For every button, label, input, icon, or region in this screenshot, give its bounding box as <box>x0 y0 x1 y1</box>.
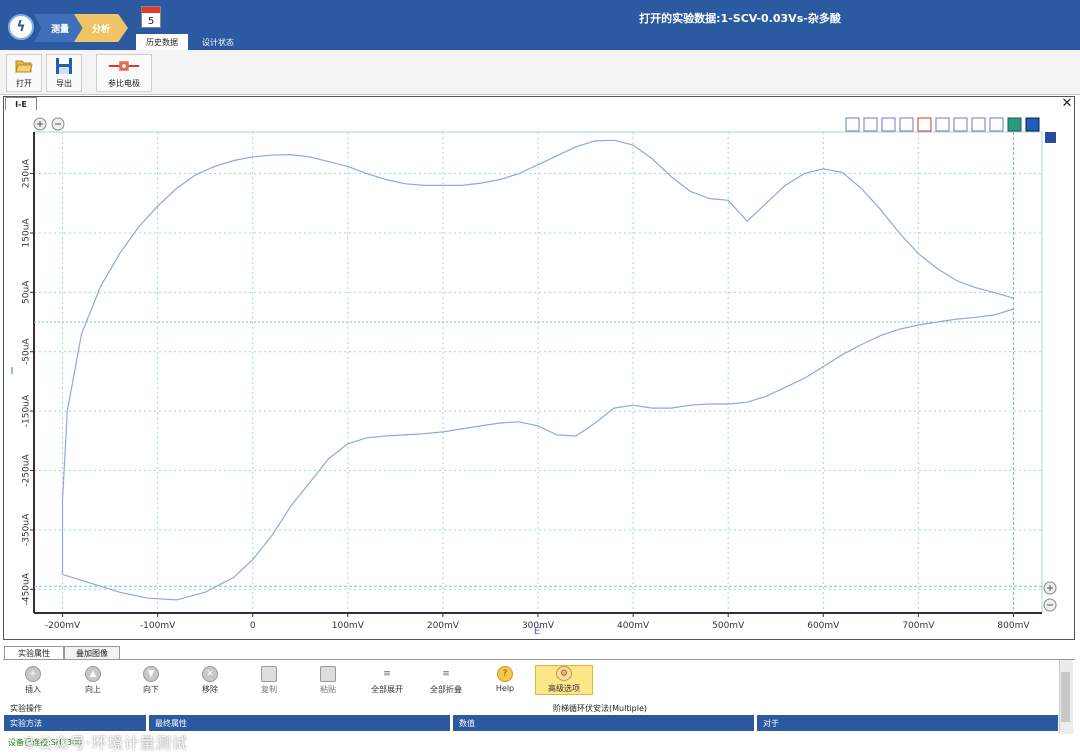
export-button[interactable]: 导出 <box>46 54 82 92</box>
remove-button[interactable]: ✕ 移除 <box>187 666 233 698</box>
app-logo-icon: ϟ <box>8 14 34 40</box>
advanced-gear-icon: ⚙ <box>556 666 572 681</box>
save-disk-icon <box>56 58 72 74</box>
y-tick-label: -350uA <box>22 513 32 546</box>
remove-icon: ✕ <box>202 666 218 682</box>
chart-background <box>4 110 1074 638</box>
move-down-button[interactable]: ▼ 向下 <box>128 666 174 698</box>
folder-open-icon <box>15 60 33 73</box>
export-label: 导出 <box>56 79 72 88</box>
close-icon[interactable]: ✕ <box>1060 96 1074 111</box>
watermark-text: ©公众号·环境计量测试 <box>22 734 188 752</box>
tab-experiment-properties[interactable]: 实验属性 <box>4 646 64 660</box>
move-down-label: 向下 <box>143 685 159 694</box>
i-e-chart[interactable]: -200mV -100mV 0 100mV 200mV 300mV 400mV 500mV 60… <box>4 110 1074 638</box>
zoom-in-icon[interactable] <box>33 117 47 131</box>
reference-electrode-button[interactable]: 参比电极 <box>96 54 152 92</box>
y-tick-label: -150uA <box>22 394 32 427</box>
tab-overlay-image[interactable]: 叠加图像 <box>64 646 120 660</box>
reference-electrode-label: 参比电极 <box>108 79 140 88</box>
collapse-all-icon: ≡ <box>442 669 450 679</box>
target-tool-icon[interactable] <box>845 117 860 132</box>
experiment-operation-label: 实验操作 <box>10 704 42 713</box>
expand-all-icon: ≡ <box>383 669 391 679</box>
copy-label: 复制 <box>261 685 277 694</box>
help-button[interactable]: ? Help <box>482 666 528 698</box>
column-header-final-property[interactable]: 最终属性 <box>149 715 450 731</box>
collapse-all-label: 全部折叠 <box>430 685 462 694</box>
zoom-in-right-icon[interactable] <box>1043 581 1057 595</box>
insert-icon: + <box>25 666 41 682</box>
column-header-for[interactable]: 对于 <box>757 715 1058 731</box>
zoom-out-icon[interactable] <box>51 117 65 131</box>
insert-label: 插入 <box>25 685 41 694</box>
electrode-icon <box>108 61 140 71</box>
x-tick-label: 0 <box>250 621 256 631</box>
window-title: 打开的实验数据:1-SCV-0.03Vs-杂多酸 <box>639 12 841 25</box>
help-label: Help <box>495 684 515 693</box>
tab-history-data[interactable]: 历史数据 <box>136 34 188 50</box>
flag-tool-icon[interactable] <box>917 117 932 132</box>
line-tool-icon[interactable] <box>863 117 878 132</box>
open-label: 打开 <box>16 79 32 88</box>
y-tick-label: -250uA <box>22 454 32 487</box>
x-tick-label: 500mV <box>712 621 745 631</box>
calendar-badge-icon[interactable]: 5 <box>141 6 161 28</box>
x-tick-label: 700mV <box>902 621 935 631</box>
expand-all-label: 全部展开 <box>371 685 403 694</box>
copy-icon <box>261 666 277 682</box>
x-tick-label: -100mV <box>140 621 176 631</box>
y-tick-label: -450uA <box>22 572 32 605</box>
x-tick-label: 800mV <box>997 621 1030 631</box>
paste-icon <box>320 666 336 682</box>
layers-icon[interactable] <box>1007 117 1022 132</box>
axis-tool-1-icon[interactable] <box>953 117 968 132</box>
x-tick-label: 100mV <box>332 621 365 631</box>
open-button[interactable]: 打开 <box>6 54 42 92</box>
arrow-down-icon: ▼ <box>143 666 159 682</box>
arrow-up-icon: ▲ <box>85 666 101 682</box>
move-up-label: 向上 <box>85 685 101 694</box>
paste-button[interactable]: 粘贴 <box>305 666 351 698</box>
axis-tool-2-icon[interactable] <box>971 117 986 132</box>
x-tick-label: -200mV <box>45 621 81 631</box>
insert-button[interactable]: + 插入 <box>10 666 56 698</box>
y-tick-label: 150uA <box>22 218 32 248</box>
x-tick-label: 200mV <box>427 621 460 631</box>
axis-tool-3-icon[interactable] <box>989 117 1004 132</box>
y-tick-label: 50uA <box>22 280 32 304</box>
y-tick-label: 250uA <box>22 158 32 188</box>
peak-mark-icon[interactable] <box>935 117 950 132</box>
y-tick-label: -50uA <box>22 338 32 365</box>
chart-tools <box>845 117 1040 132</box>
x-tick-label: 600mV <box>807 621 840 631</box>
peak-tool-icon[interactable] <box>899 117 914 132</box>
tab-i-e[interactable]: I-E <box>5 97 37 110</box>
y-axis-label: I <box>11 366 14 377</box>
column-header-value[interactable]: 数值 <box>453 715 754 731</box>
remove-label: 移除 <box>202 685 218 694</box>
move-up-button[interactable]: ▲ 向上 <box>70 666 116 698</box>
zoom-out-right-icon[interactable] <box>1043 598 1057 612</box>
collapse-all-button[interactable]: ≡ 全部折叠 <box>423 666 469 698</box>
copy-button[interactable]: 复制 <box>246 666 292 698</box>
series-color-legend[interactable] <box>1045 132 1056 143</box>
method-label: 阶梯循环伏安法(Multiple) <box>553 704 648 713</box>
toolbar <box>0 50 1080 95</box>
save-chart-icon[interactable] <box>1025 117 1040 132</box>
advanced-options-button[interactable]: ⚙ 高级选项 <box>535 665 593 695</box>
x-axis-label: E <box>534 626 540 637</box>
paste-label: 粘贴 <box>320 685 336 694</box>
badge-count: 5 <box>147 16 155 27</box>
expand-all-button[interactable]: ≡ 全部展开 <box>364 666 410 698</box>
help-icon: ? <box>497 666 513 682</box>
slope-tool-icon[interactable] <box>881 117 896 132</box>
tab-design-state[interactable]: 设计状态 <box>194 34 242 50</box>
scrollbar-thumb[interactable] <box>1061 672 1070 722</box>
x-tick-label: 400mV <box>617 621 650 631</box>
column-header-method[interactable]: 实验方法 <box>4 715 146 731</box>
advanced-options-label: 高级选项 <box>548 684 580 693</box>
